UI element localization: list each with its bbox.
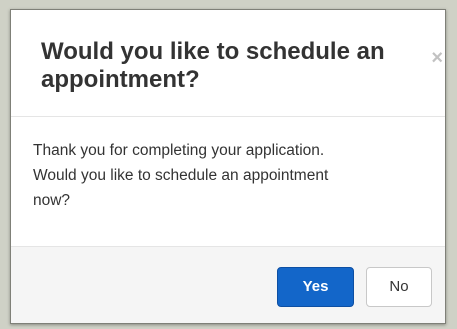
dialog-message-line-2: Would you like to schedule an appointmen… — [33, 167, 329, 184]
dialog-footer: Yes No — [11, 247, 445, 323]
close-icon[interactable]: × — [431, 48, 443, 68]
schedule-appointment-dialog: Would you like to schedule an appointmen… — [10, 9, 446, 324]
dialog-message-line-3: now? — [33, 192, 71, 209]
dialog-header: Would you like to schedule an appointmen… — [11, 10, 445, 117]
dialog-message-line-1: Thank you for completing your applicatio… — [33, 142, 325, 159]
dialog-title: Would you like to schedule an appointmen… — [41, 38, 385, 93]
no-button[interactable]: No — [366, 267, 432, 307]
yes-button[interactable]: Yes — [277, 267, 354, 307]
dialog-message: Thank you for completing your applicatio… — [33, 138, 413, 213]
dialog-body: Thank you for completing your applicatio… — [11, 117, 445, 247]
